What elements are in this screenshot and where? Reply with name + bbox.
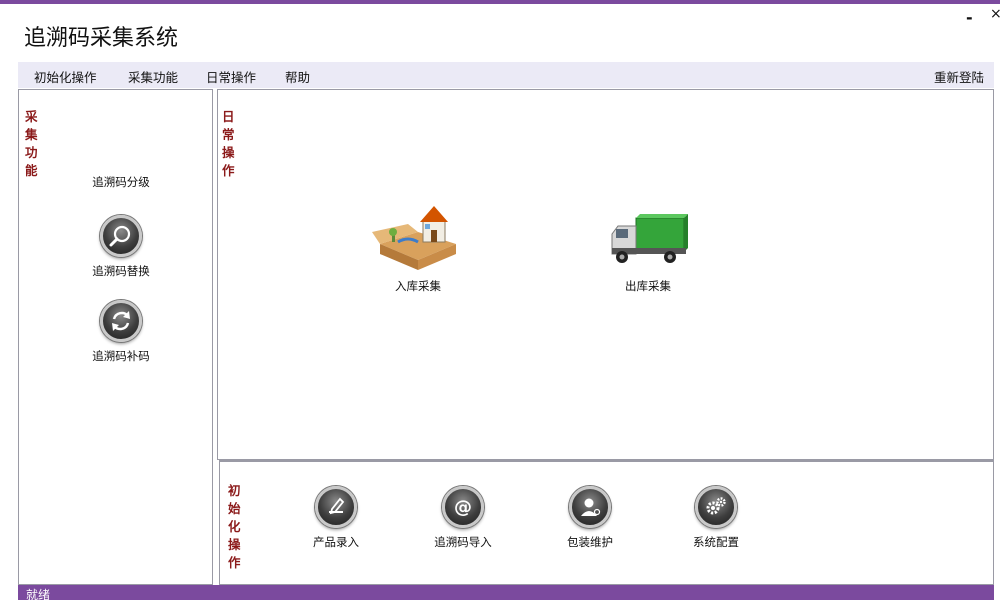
- product-entry-label: 产品录入: [313, 535, 359, 549]
- code-import-tool[interactable]: @ 追溯码导入: [418, 486, 508, 550]
- init-section-label: 初始化操作: [228, 483, 241, 570]
- status-text: 就绪: [26, 588, 51, 600]
- menu-init[interactable]: 初始化操作: [34, 67, 97, 86]
- at-icon: @: [442, 486, 484, 528]
- daily-operation-panel: 日常操作 入库采集 出库采集: [217, 89, 994, 460]
- grade-tool[interactable]: 追溯码分级: [81, 174, 161, 190]
- outbound-collect-tool[interactable]: 出库采集: [598, 210, 698, 294]
- search-icon: [100, 215, 142, 257]
- pencil-icon: [315, 486, 357, 528]
- product-entry-tool[interactable]: 产品录入: [296, 486, 376, 550]
- package-maintain-tool[interactable]: 包装维护: [550, 486, 630, 550]
- user-icon: [569, 486, 611, 528]
- refresh-icon: [100, 300, 142, 342]
- code-import-label: 追溯码导入: [434, 535, 492, 549]
- replace-tool-label: 追溯码替换: [92, 264, 150, 278]
- relogin-button[interactable]: 重新登陆: [934, 67, 984, 86]
- collect-function-panel: 采集功能 追溯码分级 追溯码替换 追溯码补码: [18, 89, 213, 585]
- system-config-label: 系统配置: [693, 535, 739, 549]
- delivery-truck-icon: [598, 210, 698, 272]
- outbound-collect-label: 出库采集: [625, 279, 671, 293]
- replace-tool[interactable]: 追溯码替换: [81, 215, 161, 279]
- menu-help[interactable]: 帮助: [285, 67, 310, 86]
- window-top-border: [0, 0, 1000, 4]
- svg-text:@: @: [454, 497, 472, 518]
- inbound-collect-tool[interactable]: 入库采集: [368, 202, 468, 294]
- menu-daily[interactable]: 日常操作: [206, 67, 256, 86]
- daily-section-label: 日常操作: [222, 109, 235, 178]
- close-button[interactable]: ×: [990, 6, 1000, 22]
- init-operation-panel: 初始化操作 产品录入 @ 追溯码导入 包装维护 系统配置: [219, 460, 994, 585]
- menu-collect[interactable]: 采集功能: [128, 67, 178, 86]
- supplement-tool-label: 追溯码补码: [92, 349, 150, 363]
- collect-section-label: 采集功能: [25, 109, 38, 178]
- gears-icon: [695, 486, 737, 528]
- system-config-tool[interactable]: 系统配置: [676, 486, 756, 550]
- minimize-button[interactable]: -: [966, 8, 973, 27]
- supplement-tool[interactable]: 追溯码补码: [81, 300, 161, 364]
- status-bar: 就绪: [18, 585, 994, 600]
- menu-bar: 初始化操作 采集功能 日常操作 帮助 重新登陆: [18, 62, 994, 88]
- package-maintain-label: 包装维护: [567, 535, 613, 549]
- app-title: 追溯码采集系统: [24, 26, 179, 51]
- grade-tool-label: 追溯码分级: [92, 175, 150, 189]
- inbound-collect-label: 入库采集: [395, 279, 441, 293]
- warehouse-house-icon: [368, 202, 468, 272]
